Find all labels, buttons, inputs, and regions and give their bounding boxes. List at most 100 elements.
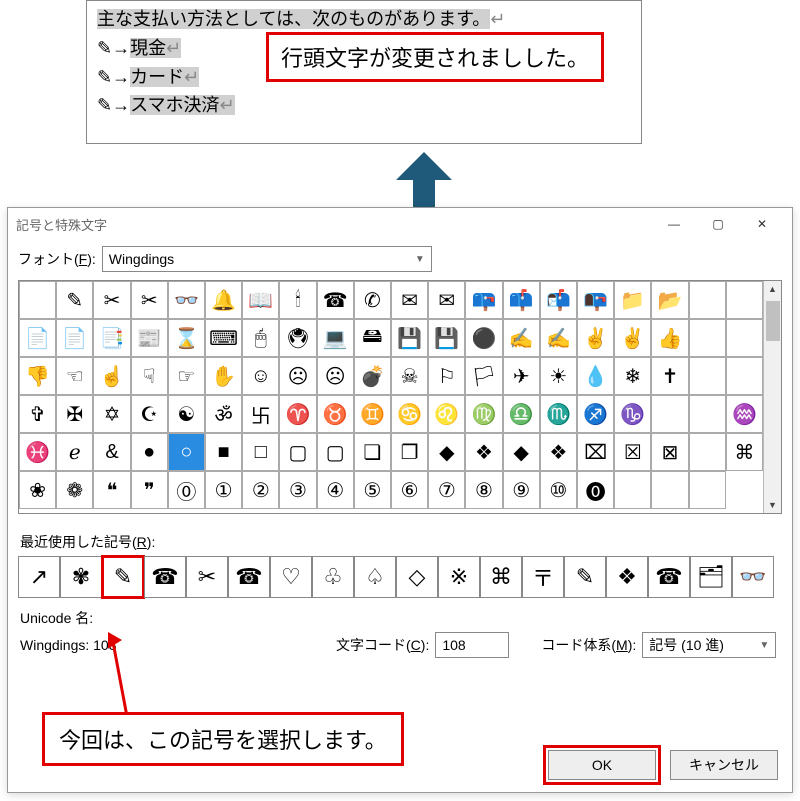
symbol-cell[interactable]: ⑧ [465,471,502,509]
symbol-cell[interactable]: 🕯 [279,281,316,319]
recent-symbol-cell[interactable]: ✎ [564,556,606,598]
font-select[interactable]: Wingdings ▼ [102,246,432,272]
symbol-cell[interactable]: 💾 [428,319,465,357]
code-system-select[interactable]: 記号 (10 進)▼ [642,632,776,658]
symbol-cell[interactable]: ✠ [56,395,93,433]
cancel-button[interactable]: キャンセル [670,750,778,780]
symbol-cell[interactable]: ③ [279,471,316,509]
symbol-cell[interactable]: ☎ [317,281,354,319]
symbol-cell[interactable]: □ [242,433,279,471]
symbol-cell[interactable]: 👎 [19,357,56,395]
symbol-cell[interactable]: ⌧ [577,433,614,471]
symbol-cell[interactable]: ❖ [465,433,502,471]
recent-symbol-cell[interactable]: ♧ [312,556,354,598]
symbol-cell[interactable]: ■ [205,433,242,471]
symbol-cell[interactable] [726,281,763,319]
symbol-cell[interactable] [689,357,726,395]
symbol-cell[interactable]: ☟ [131,357,168,395]
symbol-cell[interactable]: 📰 [131,319,168,357]
symbol-cell[interactable]: 📄 [19,319,56,357]
symbol-cell[interactable]: 👍 [651,319,688,357]
symbol-cell[interactable]: ① [205,471,242,509]
symbol-cell[interactable]: ⑩ [540,471,577,509]
symbol-cell[interactable]: 💧 [577,357,614,395]
symbol-cell[interactable]: ♊ [354,395,391,433]
recent-symbol-cell[interactable]: ☎ [228,556,270,598]
recent-symbol-cell[interactable]: ☎ [144,556,186,598]
recent-symbol-cell[interactable]: ⌘ [480,556,522,598]
symbol-cell[interactable]: 💻 [317,319,354,357]
symbol-cell[interactable]: ⌘ [726,433,763,471]
symbol-cell[interactable]: ♑ [614,395,651,433]
symbol-cell[interactable]: ✉ [391,281,428,319]
symbol-cell[interactable] [726,357,763,395]
recent-symbol-cell[interactable]: ◇ [396,556,438,598]
scroll-thumb[interactable] [766,301,780,341]
grid-scrollbar[interactable]: ▲ ▼ [763,281,781,513]
symbol-cell[interactable]: ❐ [391,433,428,471]
symbol-cell[interactable]: ⑥ [391,471,428,509]
symbol-cell[interactable] [19,281,56,319]
symbol-cell[interactable]: ❖ [540,433,577,471]
symbol-cell[interactable]: 📄 [56,319,93,357]
recent-symbol-cell[interactable]: ✾ [60,556,102,598]
symbol-cell[interactable]: & [93,433,130,471]
close-button[interactable]: ✕ [740,209,784,239]
symbol-cell[interactable]: ✆ [354,281,391,319]
symbol-cell[interactable]: ♍ [465,395,502,433]
symbol-cell[interactable]: ☺ [242,357,279,395]
symbol-cell[interactable]: ✂ [93,281,130,319]
symbol-cell[interactable]: ☪ [131,395,168,433]
symbol-cell[interactable]: ☜ [56,357,93,395]
recent-symbol-cell[interactable]: ☎ [648,556,690,598]
symbol-cell[interactable]: 🏳 [465,357,502,395]
symbol-cell[interactable] [689,433,726,471]
recent-symbol-cell[interactable]: 🗂 [690,556,732,598]
symbol-cell[interactable]: ℯ [56,433,93,471]
symbol-cell[interactable]: 卐 [242,395,279,433]
symbol-cell[interactable]: ♋ [391,395,428,433]
symbol-cell[interactable]: ☝ [93,357,130,395]
symbol-cell[interactable] [689,395,726,433]
symbol-cell[interactable]: ✌ [614,319,651,357]
symbol-cell[interactable]: 📖 [242,281,279,319]
symbol-cell[interactable]: 💾 [391,319,428,357]
symbol-cell[interactable]: 📁 [614,281,651,319]
symbol-cell[interactable]: ④ [317,471,354,509]
symbol-cell[interactable]: ॐ [205,395,242,433]
symbol-cell[interactable]: 🖱 [242,319,279,357]
symbol-cell[interactable]: ♌ [428,395,465,433]
symbol-cell[interactable]: ✉ [428,281,465,319]
symbol-cell[interactable]: ✍ [540,319,577,357]
symbol-cell[interactable]: ☹ [317,357,354,395]
symbol-cell[interactable]: ○ [168,433,205,471]
symbol-cell[interactable]: ☞ [168,357,205,395]
symbol-cell[interactable]: ⑦ [428,471,465,509]
symbol-cell[interactable]: ⓿ [577,471,614,509]
symbol-cell[interactable]: 📫 [503,281,540,319]
symbol-cell[interactable]: ⓪ [168,471,205,509]
symbol-cell[interactable]: ⊠ [651,433,688,471]
symbol-cell[interactable] [651,471,688,509]
symbol-cell[interactable]: ☀ [540,357,577,395]
char-code-input[interactable]: 108 [435,632,509,658]
recent-symbol-cell[interactable]: ♤ [354,556,396,598]
symbol-cell[interactable]: ② [242,471,279,509]
symbol-cell[interactable]: ♏ [540,395,577,433]
symbol-cell[interactable]: ✋ [205,357,242,395]
recent-symbol-cell[interactable]: ✂ [186,556,228,598]
recent-symbol-cell[interactable]: ✎ [102,556,144,598]
symbol-cell[interactable]: 📪 [465,281,502,319]
symbol-cell[interactable]: ⑤ [354,471,391,509]
symbol-cell[interactable]: ✝ [651,357,688,395]
symbol-cell[interactable]: ⌛ [168,319,205,357]
symbol-cell[interactable]: ☯ [168,395,205,433]
symbol-cell[interactable]: ⑨ [503,471,540,509]
symbol-cell[interactable]: ✞ [19,395,56,433]
symbol-cell[interactable]: ✎ [56,281,93,319]
recent-symbol-cell[interactable]: 👓 [732,556,774,598]
symbol-cell[interactable]: ♈ [279,395,316,433]
symbol-cell[interactable] [689,471,726,509]
symbol-cell[interactable]: ✂ [131,281,168,319]
maximize-button[interactable]: ▢ [696,209,740,239]
